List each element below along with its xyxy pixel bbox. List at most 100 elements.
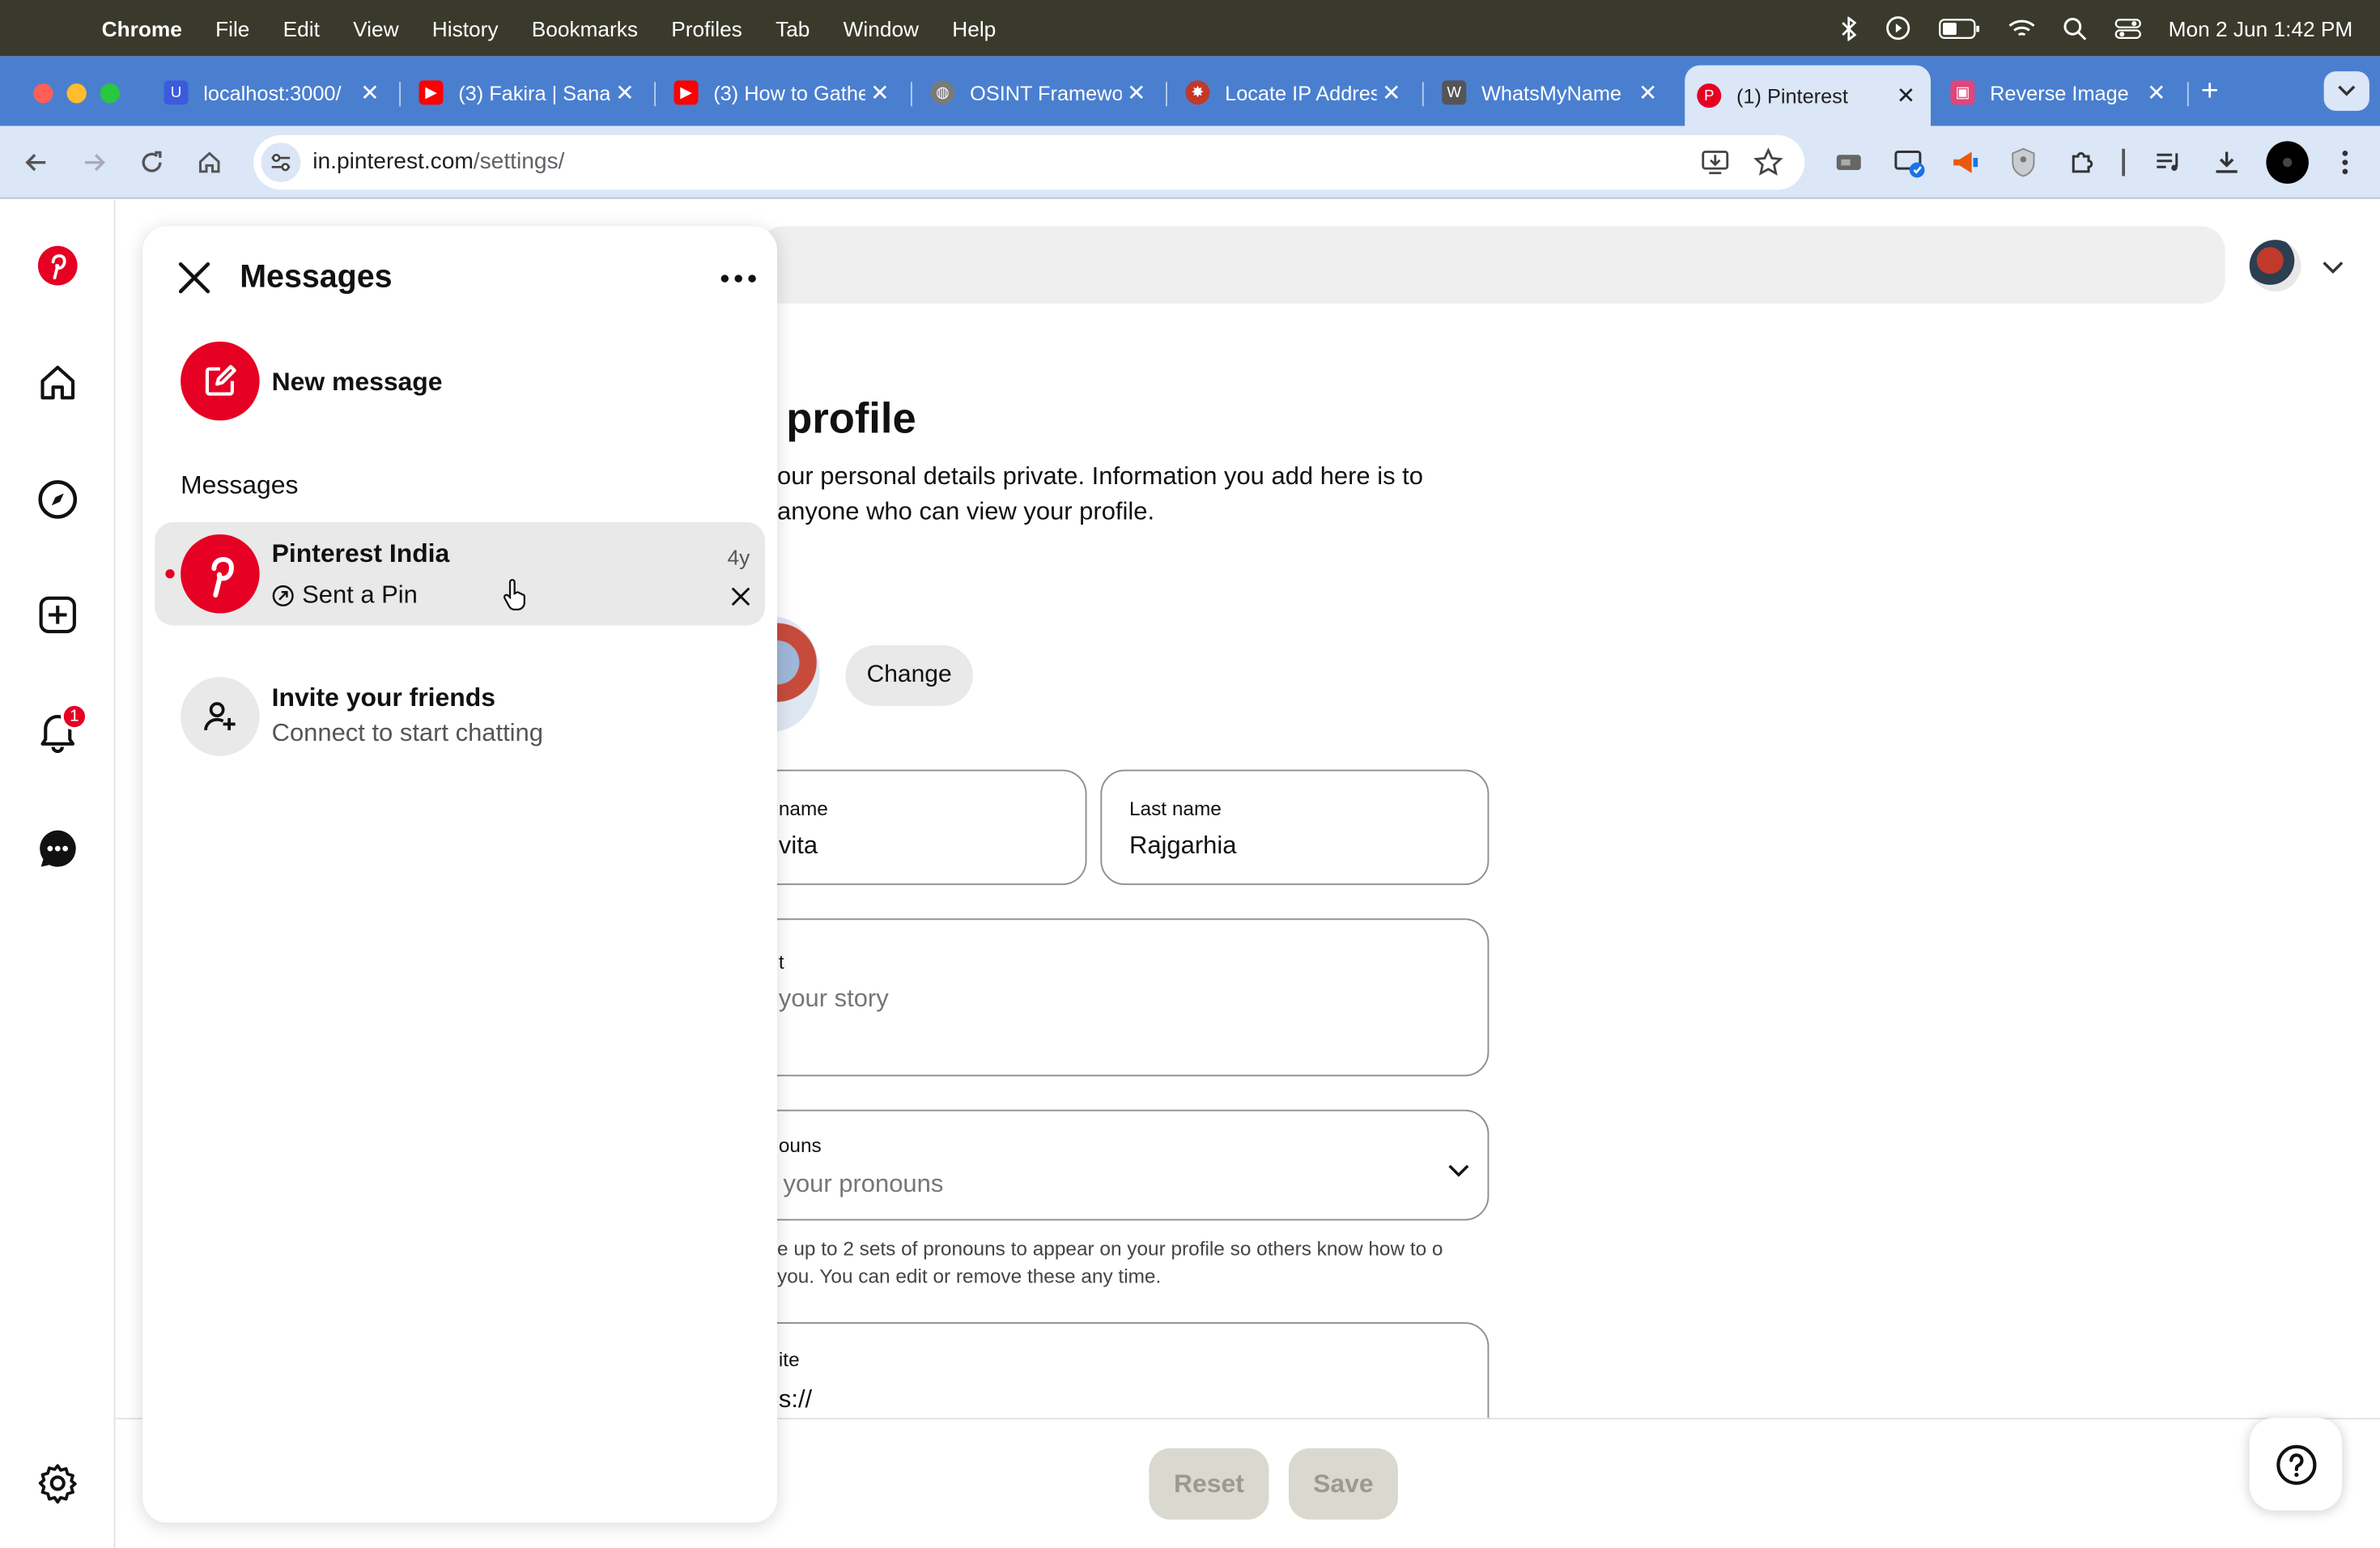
tab-divider xyxy=(399,82,401,107)
conversation-item[interactable]: Pinterest India Sent a Pin 4y xyxy=(155,522,765,626)
create-plus-icon[interactable] xyxy=(33,590,82,639)
conversation-preview-text: Sent a Pin xyxy=(302,581,418,609)
remove-conversation-icon[interactable] xyxy=(732,586,750,614)
menu-edit[interactable]: Edit xyxy=(266,16,336,40)
tab-divider xyxy=(654,82,656,107)
close-tab-icon[interactable]: ✕ xyxy=(1127,79,1146,106)
tab-title: localhost:3000/ xyxy=(203,81,342,104)
first-name-value: vita xyxy=(778,831,818,860)
extension-1-icon[interactable] xyxy=(1830,144,1867,181)
bluetooth-icon[interactable] xyxy=(1839,15,1858,40)
close-tab-icon[interactable]: ✕ xyxy=(360,79,380,106)
pinterest-favicon-icon: P xyxy=(1697,83,1722,108)
play-icon[interactable] xyxy=(1885,15,1910,41)
change-photo-button[interactable]: Change xyxy=(845,644,973,706)
battery-icon[interactable] xyxy=(1938,18,1981,39)
browser-tab[interactable]: U localhost:3000/ ✕ xyxy=(152,67,395,119)
close-tab-icon[interactable]: ✕ xyxy=(1382,79,1401,106)
chrome-menu-icon[interactable] xyxy=(2327,144,2363,181)
close-tab-icon[interactable]: ✕ xyxy=(1638,79,1658,106)
cast-extension-icon[interactable] xyxy=(1891,144,1927,181)
new-message-label[interactable]: New message xyxy=(272,368,443,398)
zoom-window-button[interactable] xyxy=(100,83,121,104)
conversation-preview: Sent a Pin xyxy=(272,581,418,610)
invite-friends-title[interactable]: Invite your friends xyxy=(272,683,495,714)
explore-compass-icon[interactable] xyxy=(33,475,82,524)
site-info-button[interactable] xyxy=(261,142,301,182)
menu-bookmarks[interactable]: Bookmarks xyxy=(515,16,655,40)
close-tab-icon[interactable]: ✕ xyxy=(615,79,635,106)
address-bar[interactable]: in.pinterest.com/settings/ xyxy=(253,134,1805,190)
more-options-button[interactable] xyxy=(716,260,759,296)
menu-view[interactable]: View xyxy=(336,16,415,40)
forward-button[interactable] xyxy=(76,144,113,181)
minimize-window-button[interactable] xyxy=(66,83,87,104)
pinterest-logo-icon[interactable] xyxy=(33,241,82,290)
shield-extension-icon[interactable] xyxy=(2005,144,2042,181)
home-nav-icon[interactable] xyxy=(33,359,82,407)
close-window-button[interactable] xyxy=(33,83,53,104)
megaphone-extension-icon[interactable] xyxy=(1948,144,1984,181)
close-tab-icon[interactable]: ✕ xyxy=(1897,82,1916,109)
tab-search-button[interactable] xyxy=(2323,71,2369,111)
reverse-image-favicon-icon: ▣ xyxy=(1950,80,1975,105)
tune-icon xyxy=(271,153,291,172)
help-button[interactable] xyxy=(2249,1418,2343,1511)
tab-divider xyxy=(1422,82,1424,107)
media-controls-icon[interactable] xyxy=(2151,144,2187,181)
spotlight-search-icon[interactable] xyxy=(2062,16,2086,40)
menu-tab[interactable]: Tab xyxy=(759,16,827,40)
reset-button[interactable]: Reset xyxy=(1149,1448,1269,1520)
menu-app[interactable]: Chrome xyxy=(85,16,198,40)
settings-gear-icon[interactable] xyxy=(33,1459,82,1508)
messages-section-heading: Messages xyxy=(181,470,299,500)
close-tab-icon[interactable]: ✕ xyxy=(870,79,890,106)
browser-tab[interactable]: W WhatsMyName ✕ xyxy=(1430,67,1672,119)
new-tab-button[interactable]: + xyxy=(2201,74,2219,109)
messages-panel: Messages New message Messages Pinterest … xyxy=(142,226,777,1523)
invite-friends-button[interactable] xyxy=(181,677,260,756)
menu-history[interactable]: History xyxy=(415,16,515,40)
browser-tab-active[interactable]: P (1) Pinterest ✕ xyxy=(1685,65,1931,126)
tab-title: (1) Pinterest xyxy=(1736,84,1848,108)
messages-chat-icon[interactable] xyxy=(33,824,82,873)
back-button[interactable] xyxy=(19,144,55,181)
home-button[interactable] xyxy=(191,144,227,181)
new-message-button[interactable] xyxy=(181,341,260,421)
account-menu-chevron-icon[interactable] xyxy=(2323,255,2344,283)
account-avatar[interactable] xyxy=(2249,240,2301,291)
about-field[interactable]: t your story xyxy=(713,918,1490,1077)
browser-tab[interactable]: ▣ Reverse Image ✕ xyxy=(1938,67,2181,119)
pronouns-placeholder: your pronouns xyxy=(783,1170,944,1198)
menu-profiles[interactable]: Profiles xyxy=(655,16,759,40)
save-button[interactable]: Save xyxy=(1288,1448,1398,1520)
last-name-field[interactable]: Last name Rajgarhia xyxy=(1100,769,1490,886)
extensions-puzzle-icon[interactable] xyxy=(2064,144,2101,181)
browser-tab[interactable]: ◍ OSINT Framework ✕ xyxy=(918,67,1161,119)
profile-avatar-button[interactable] xyxy=(2265,140,2310,185)
pronouns-select[interactable]: ouns your pronouns xyxy=(713,1109,1490,1221)
menu-window[interactable]: Window xyxy=(827,16,936,40)
messages-title: Messages xyxy=(240,259,393,295)
tab-divider xyxy=(1166,82,1167,107)
control-center-icon[interactable] xyxy=(2114,18,2141,39)
tab-divider xyxy=(911,82,912,107)
url-text[interactable]: in.pinterest.com/settings/ xyxy=(312,149,564,175)
pronouns-helper-text: e up to 2 sets of pronouns to appear on … xyxy=(777,1237,1443,1287)
wifi-icon[interactable] xyxy=(2008,18,2035,39)
menu-file[interactable]: File xyxy=(198,16,266,40)
browser-tab[interactable]: ✸ Locate IP Address ✕ xyxy=(1173,67,1416,119)
reload-button[interactable] xyxy=(134,144,170,181)
toolbar-divider xyxy=(2120,144,2127,181)
downloads-icon[interactable] xyxy=(2208,144,2245,181)
search-bar[interactable] xyxy=(759,226,2225,304)
install-app-icon[interactable] xyxy=(1700,147,1731,185)
menubar-clock[interactable]: Mon 2 Jun 1:42 PM xyxy=(2169,16,2353,40)
bookmark-star-icon[interactable] xyxy=(1753,147,1784,185)
menu-help[interactable]: Help xyxy=(936,16,1013,40)
close-tab-icon[interactable]: ✕ xyxy=(2147,79,2166,106)
browser-tab[interactable]: ▶ (3) How to Gather ✕ xyxy=(662,67,905,119)
close-messages-button[interactable] xyxy=(173,257,216,300)
browser-tab[interactable]: ▶ (3) Fakira | Sanam ✕ xyxy=(407,67,650,119)
website-placeholder: s:// xyxy=(778,1385,813,1414)
